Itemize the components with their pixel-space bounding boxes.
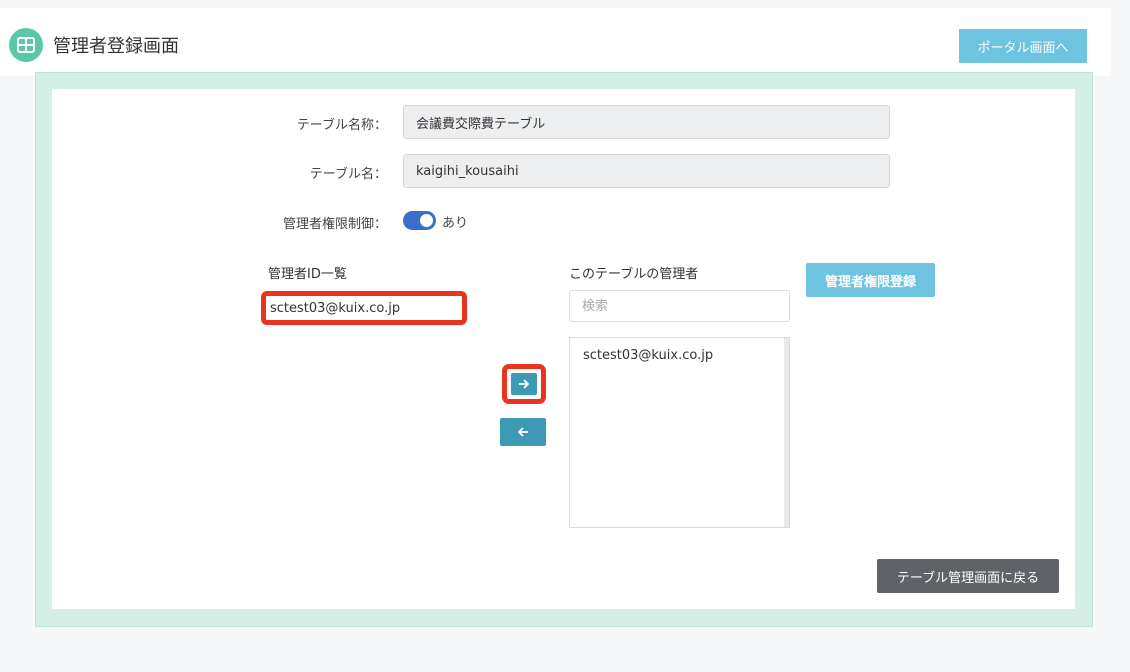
- toggle-knob: [420, 214, 433, 227]
- table-id-label: テーブル名：: [309, 167, 387, 182]
- table-id-field[interactable]: kaigihi_kousaihi: [403, 154, 890, 188]
- permission-state-text: あり: [442, 216, 469, 231]
- page-title: 管理者登録画面: [53, 36, 179, 57]
- register-admin-button[interactable]: 管理者権限登録: [806, 263, 935, 297]
- arrow-left-icon: [517, 427, 528, 437]
- add-admin-button[interactable]: [511, 373, 537, 395]
- remove-admin-button[interactable]: [500, 418, 546, 446]
- arrow-right-icon: [519, 379, 530, 389]
- portal-button[interactable]: ポータル画面へ: [959, 29, 1087, 63]
- table-icon: [9, 28, 43, 62]
- add-admin-highlight: [502, 364, 546, 404]
- admin-id-list-label: 管理者ID一覧: [268, 267, 347, 282]
- permission-label: 管理者権限制御：: [282, 217, 387, 232]
- table-admin-item[interactable]: sctest03@kuix.co.jp: [583, 348, 713, 363]
- back-to-table-management-button[interactable]: テーブル管理画面に戻る: [877, 559, 1059, 593]
- table-name-field[interactable]: 会議費交際費テーブル: [403, 105, 890, 139]
- search-input[interactable]: [569, 290, 790, 322]
- page-header: 管理者登録画面: [9, 28, 179, 62]
- table-name-label: テーブル名称：: [296, 118, 387, 133]
- list-scrollbar[interactable]: [784, 338, 789, 527]
- permission-toggle[interactable]: [403, 211, 436, 230]
- admin-id-item[interactable]: sctest03@kuix.co.jp: [261, 291, 467, 325]
- table-admin-list[interactable]: sctest03@kuix.co.jp: [569, 337, 790, 528]
- table-admins-label: このテーブルの管理者: [569, 267, 699, 282]
